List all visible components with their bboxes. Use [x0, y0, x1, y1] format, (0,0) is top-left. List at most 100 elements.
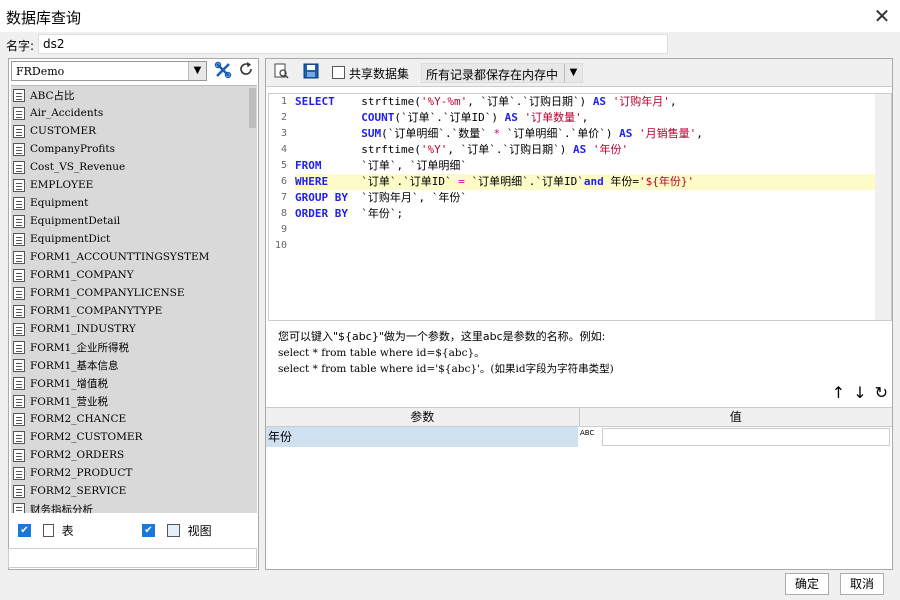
cancel-button[interactable]: 取消	[840, 573, 884, 595]
line-number: 2	[280, 112, 287, 123]
code-line[interactable]: ORDER BY `年份`;	[295, 206, 875, 222]
param-value-cell[interactable]: ABC	[578, 427, 892, 447]
sql-editor[interactable]: 1 2 3 4 5 6 7 8 9 10 SELECT strftime('%Y-%m', `订单…	[268, 93, 892, 321]
line-number: 1	[280, 96, 287, 107]
table-list-item[interactable]: EquipmentDict	[11, 230, 257, 248]
table-icon	[13, 466, 25, 480]
table-name: FORM2_CUSTOMER	[30, 431, 143, 443]
param-type-icon[interactable]: ABC	[580, 429, 600, 445]
table-list-scrollbar[interactable]	[248, 86, 257, 513]
title-bar: 数据库查询 ✕	[0, 0, 900, 32]
view-icon	[166, 524, 180, 537]
table-name: EMPLOYEE	[30, 179, 94, 191]
move-up-icon[interactable]: ↑	[832, 383, 845, 403]
sql-code[interactable]: SELECT strftime('%Y-%m', `订单`.`订购日期`) AS…	[295, 94, 875, 254]
code-line[interactable]: WHERE `订单`.`订单ID` = `订单明细`.`订单ID`and 年份=…	[295, 174, 875, 190]
table-list-item[interactable]: FORM1_营业税	[11, 392, 257, 410]
filter-table[interactable]: ✔ 表	[18, 522, 74, 542]
table-list-item[interactable]: EquipmentDetail	[11, 212, 257, 230]
code-line[interactable]: COUNT(`订单`.`订单ID`) AS '订单数量',	[295, 110, 875, 126]
save-icon[interactable]	[300, 63, 322, 83]
editor-scrollbar[interactable]	[875, 94, 891, 320]
table-list-item[interactable]: Cost_VS_Revenue	[11, 158, 257, 176]
settings-tool-icon[interactable]	[212, 61, 234, 81]
table-list-item[interactable]: EMPLOYEE	[11, 176, 257, 194]
filter-view-label: 视图	[187, 524, 212, 538]
share-dataset-checkbox[interactable]	[332, 66, 345, 79]
table-name: Air_Accidents	[30, 107, 104, 119]
chevron-down-icon[interactable]: ▼	[564, 64, 582, 82]
line-number: 4	[280, 144, 287, 155]
code-line[interactable]	[295, 238, 875, 254]
close-button[interactable]: ✕	[870, 4, 894, 28]
table-list-item[interactable]: Air_Accidents	[11, 104, 257, 122]
line-number: 10	[274, 240, 287, 251]
code-line[interactable]: strftime('%Y', `订单`.`订购日期`) AS '年份'	[295, 142, 875, 158]
datasource-select[interactable]: FRDemo ▼	[11, 61, 207, 81]
filter-table-label: 表	[61, 524, 74, 538]
table-list-item[interactable]: FORM2_CUSTOMER	[11, 428, 257, 446]
table-icon	[13, 214, 25, 228]
table-icon	[13, 250, 25, 264]
table-list-item[interactable]: FORM1_企业所得税	[11, 338, 257, 356]
table-icon	[13, 448, 25, 462]
line-number-gutter: 1 2 3 4 5 6 7 8 9 10	[269, 94, 293, 320]
query-toolbar: 共享数据集 所有记录都保存在内存中 ▼	[266, 59, 892, 87]
filter-view[interactable]: ✔ 视图	[142, 522, 212, 542]
line-number: 5	[280, 160, 287, 171]
table-name: FORM1_企业所得税	[30, 341, 129, 354]
refresh-icon[interactable]	[235, 61, 257, 81]
name-input[interactable]: ds2	[38, 34, 668, 54]
chevron-down-icon[interactable]: ▼	[188, 62, 206, 80]
memory-mode-value: 所有记录都保存在内存中	[426, 68, 559, 82]
code-line[interactable]: GROUP BY `订购年月`, `年份`	[295, 190, 875, 206]
table-list-item[interactable]: FORM2_SERVICE	[11, 482, 257, 500]
param-value-input[interactable]	[602, 428, 890, 446]
table-list-item[interactable]: FORM2_CHANCE	[11, 410, 257, 428]
table-name: EquipmentDict	[30, 233, 111, 245]
refresh-params-icon[interactable]: ↻	[875, 383, 888, 403]
memory-mode-select[interactable]: 所有记录都保存在内存中 ▼	[421, 63, 583, 83]
table-name: CompanyProfits	[30, 143, 116, 155]
move-down-icon[interactable]: ↓	[853, 383, 866, 403]
table-list-item[interactable]: FORM1_INDUSTRY	[11, 320, 257, 338]
ok-button[interactable]: 确定	[785, 573, 829, 595]
table-list-item[interactable]: 财务指标分析	[11, 500, 257, 513]
param-row[interactable]: 年份 ABC	[266, 427, 892, 447]
scrollbar-thumb[interactable]	[249, 88, 256, 128]
name-label: 名字:	[6, 39, 35, 53]
query-pane: 共享数据集 所有记录都保存在内存中 ▼ 1 2 3 4 5 6 7 8 9 10 SELECT s…	[265, 58, 893, 570]
table-browser: FRDemo ▼ ABC占比 Air_Accidents CUSTOMER Compa…	[8, 58, 259, 570]
window-title: 数据库查询	[6, 9, 82, 27]
code-line[interactable]: SELECT strftime('%Y-%m', `订单`.`订购日期`) AS…	[295, 94, 875, 110]
code-line[interactable]: FROM `订单`, `订单明细`	[295, 158, 875, 174]
table-list-item[interactable]: FORM1_COMPANYTYPE	[11, 302, 257, 320]
table-list-item[interactable]: CompanyProfits	[11, 140, 257, 158]
table-list-item[interactable]: FORM1_ACCOUNTTINGSYSTEM	[11, 248, 257, 266]
table-icon	[13, 232, 25, 246]
param-col-name: 参数	[266, 408, 580, 426]
table-name: FORM1_COMPANY	[30, 269, 134, 281]
preview-icon[interactable]	[270, 63, 292, 83]
table-list-item[interactable]: FORM2_ORDERS	[11, 446, 257, 464]
code-line[interactable]: SUM(`订单明细`.`数量` * `订单明细`.`单价`) AS '月销售量'…	[295, 126, 875, 142]
checkbox-table[interactable]: ✔	[18, 524, 31, 537]
table-list-item[interactable]: FORM2_PRODUCT	[11, 464, 257, 482]
table-search-input[interactable]	[8, 548, 257, 568]
table-list-item[interactable]: FORM1_基本信息	[11, 356, 257, 374]
checkbox-view[interactable]: ✔	[142, 524, 155, 537]
parameter-hint: 您可以键入"${abc}"做为一个参数，这里abc是参数的名称。例如: sele…	[278, 329, 868, 377]
code-line[interactable]	[295, 222, 875, 238]
table-icon	[13, 412, 25, 426]
table-icon	[13, 286, 25, 300]
table-list-item[interactable]: ABC占比	[11, 86, 257, 104]
table-list-item[interactable]: CUSTOMER	[11, 122, 257, 140]
table-list-item[interactable]: FORM1_COMPANY	[11, 266, 257, 284]
table-list-item[interactable]: FORM1_增值税	[11, 374, 257, 392]
table-list-item[interactable]: FORM1_COMPANYLICENSE	[11, 284, 257, 302]
table-icon	[13, 502, 25, 513]
table-list-item[interactable]: Equipment	[11, 194, 257, 212]
table-name: FORM2_PRODUCT	[30, 467, 133, 479]
table-icon	[13, 268, 25, 282]
table-icon	[13, 304, 25, 318]
